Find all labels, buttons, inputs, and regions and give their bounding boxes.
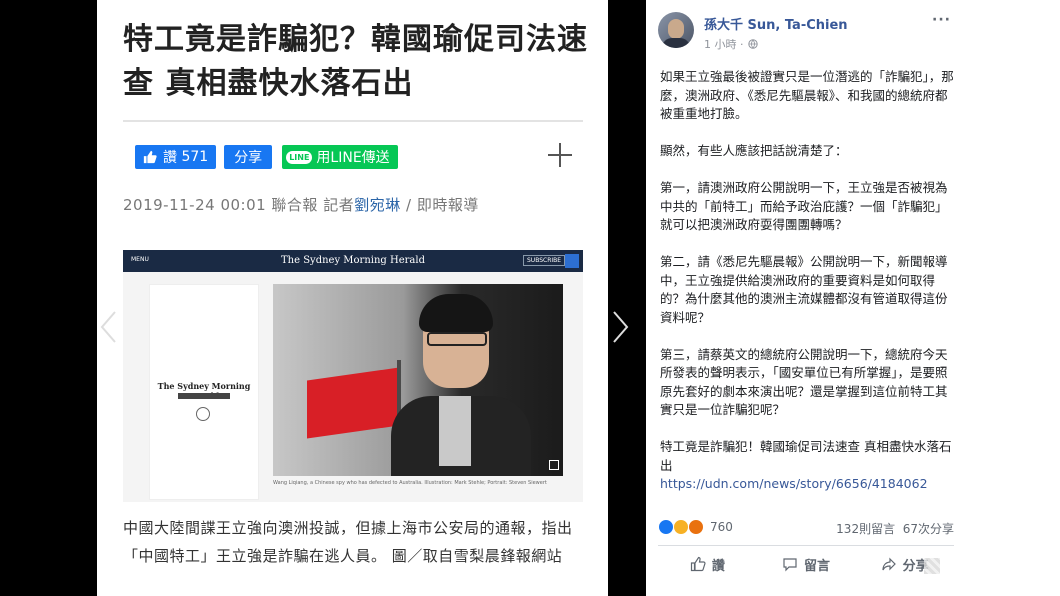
- post-meta: 1 小時 ·: [704, 36, 758, 52]
- comment-count[interactable]: 132則留言: [836, 522, 895, 536]
- person-hair: [419, 294, 493, 332]
- reaction-count[interactable]: 760: [710, 520, 733, 534]
- expand-icon: [549, 460, 559, 470]
- post-share-text: 特工竟是詐騙犯！韓國瑜促司法速查 真相盡快水落石出: [660, 439, 952, 473]
- headline-divider: [123, 120, 583, 122]
- image-caption: 中國大陸間諜王立強向澳洲投誠，但據上海市公安局的通報，指出「中國特工」王立強是詐…: [123, 519, 573, 565]
- post-time[interactable]: 1 小時: [704, 36, 737, 52]
- post-paragraph: 第二，請《悉尼先驅晨報》公開說明一下，新聞報導中，王立強提供給澳洲政府的重要資料…: [660, 254, 948, 325]
- newspaper-page: The Sydney Morning Herald: [149, 284, 259, 500]
- smh-subscribe-label: SUBSCRIBE: [523, 255, 566, 266]
- article-byline: 2019-11-24 00:01 聯合報 記者劉宛琳 / 即時報導: [123, 194, 479, 215]
- like-label: 讚: [163, 150, 177, 166]
- smh-search-icon: [565, 254, 579, 268]
- article-headline: 特工竟是詐騙犯？韓國瑜促司法速查 真相盡快水落石出: [123, 22, 588, 101]
- byline-author-link[interactable]: 劉宛琳: [354, 196, 401, 214]
- post-paragraph: 第一，請澳洲政府公開說明一下，王立強是否被視為中共的「前特工」而給予政治庇護？一…: [660, 180, 948, 232]
- post-paragraph: 如果王立強最後被證實只是一位潛逃的「詐騙犯」，那麼，澳洲政府、《悉尼先驅晨報》、…: [660, 69, 954, 121]
- right-margin: [964, 0, 1060, 596]
- person-shirt: [439, 396, 471, 466]
- byline-date-source: 2019-11-24 00:01 聯合報 記者: [123, 196, 355, 214]
- article-image: MENU The Sydney Morning Herald SUBSCRIBE…: [123, 250, 583, 502]
- blurred-avatar-chip: [924, 558, 940, 574]
- loading-circle-icon: [196, 407, 210, 421]
- smh-header-bar: MENU The Sydney Morning Herald SUBSCRIBE: [123, 250, 583, 272]
- glasses: [427, 332, 487, 346]
- comment-icon: [783, 558, 797, 572]
- reactions-bar: 760 132則留言 67次分享: [658, 518, 954, 538]
- post-article-link[interactable]: https://udn.com/news/story/6656/4184062: [660, 475, 958, 494]
- smh-masthead: The Sydney Morning Herald: [281, 255, 425, 266]
- more-icon[interactable]: ···: [932, 12, 951, 28]
- post-paragraph: 顯然，有些人應該把話說清楚了：: [660, 143, 848, 158]
- chevron-right-icon[interactable]: [610, 310, 630, 344]
- post-actions: 讚 留言 分享: [658, 552, 954, 576]
- post-paragraph: 第三，請蔡英文的總統府公開說明一下，總統府今天所發表的聲明表示，「國安單位已有所…: [660, 346, 948, 418]
- left-letterbox: [0, 0, 97, 596]
- share-count[interactable]: 67次分享: [903, 522, 954, 536]
- facebook-share-button[interactable]: 分享: [224, 145, 273, 169]
- byline-suffix: / 即時報導: [400, 196, 479, 214]
- facebook-like-button[interactable]: 讚 571: [135, 145, 217, 169]
- haha-reaction-icon: [672, 519, 689, 535]
- angry-reaction-icon: [687, 519, 704, 535]
- like-button-label: 讚: [711, 558, 725, 574]
- post-author-link[interactable]: 孫大千 Sun, Ta-Chien: [704, 14, 848, 33]
- china-flag: [307, 367, 399, 439]
- dot-separator: ·: [736, 37, 744, 51]
- avatar[interactable]: [658, 12, 694, 48]
- line-send-label: 用LINE傳送: [316, 150, 390, 166]
- comment-button[interactable]: 留言: [757, 552, 856, 576]
- paper-subtitle-bar: [178, 393, 230, 399]
- share-arrow-icon: [882, 557, 896, 571]
- avatar-shoulder: [662, 38, 690, 48]
- post-body: 如果王立強最後被證實只是一位潛逃的「詐騙犯」，那麼，澳洲政府、《悉尼先驅晨報》、…: [660, 68, 958, 494]
- comment-button-label: 留言: [804, 558, 831, 574]
- like-button[interactable]: 讚: [658, 552, 757, 576]
- line-send-button[interactable]: LINE 用LINE傳送: [282, 145, 398, 169]
- like-count: 571: [181, 149, 209, 165]
- photo-caption: Wang Liqiang, a Chinese spy who has defe…: [273, 480, 547, 486]
- portrait-photo: [273, 284, 563, 476]
- thumbs-up-icon: [143, 150, 157, 164]
- chevron-left-icon[interactable]: [99, 310, 119, 344]
- like-reaction-icon: [658, 519, 674, 535]
- line-logo-icon: LINE: [286, 150, 313, 164]
- news-article-panel: 孫大千 Sun, Ta-Chien 臉書截圖 特工竟是詐騙犯？韓國瑜促司法速查 …: [97, 0, 608, 596]
- middle-letterbox: [608, 0, 646, 596]
- thumbs-up-icon: [690, 556, 706, 572]
- plus-icon[interactable]: [545, 140, 575, 170]
- engagement-stats: 132則留言 67次分享: [836, 520, 954, 537]
- share-toolbar: 讚 571 分享 LINE 用LINE傳送: [135, 144, 398, 170]
- facebook-post: 孫大千 Sun, Ta-Chien 1 小時 · ··· 如果王立強最後被證實只…: [646, 0, 964, 596]
- reaction-icons[interactable]: [658, 519, 704, 535]
- globe-icon: [747, 39, 758, 49]
- avatar-face: [668, 19, 684, 39]
- action-divider: [658, 545, 954, 546]
